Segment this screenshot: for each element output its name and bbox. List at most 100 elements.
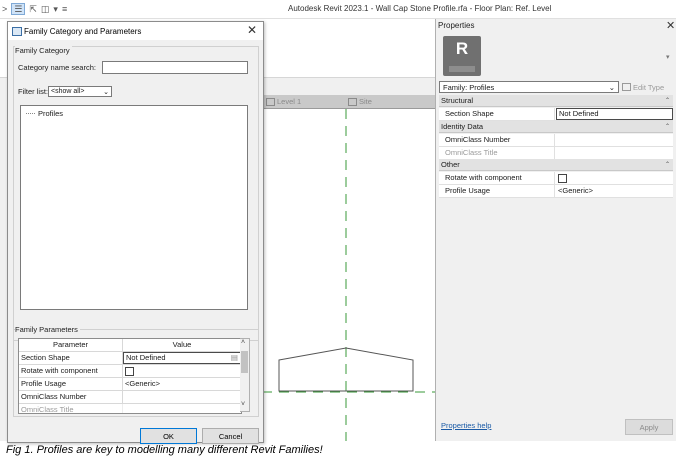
view-tab-bar: Level 1 Site (262, 95, 437, 109)
property-value[interactable]: <Generic> (556, 185, 673, 197)
property-value[interactable] (556, 134, 673, 146)
family-category-label: Family Category (15, 46, 72, 55)
dialog-title-bar: Family Category and Parameters ✕ (8, 22, 263, 40)
family-parameters-label: Family Parameters (15, 325, 80, 334)
dropdown-icon: ▤ (230, 353, 238, 362)
property-name: OmniClass Title (439, 147, 555, 159)
drawing-canvas[interactable] (262, 109, 437, 441)
tree-connector (26, 113, 35, 114)
param-name: Section Shape (19, 352, 123, 364)
filter-value: <show all> (51, 88, 85, 95)
properties-help-link[interactable]: Properties help (441, 421, 491, 430)
category-tree[interactable]: Profiles (20, 105, 248, 310)
property-name: Profile Usage (439, 185, 555, 197)
rotate-with-component-checkbox[interactable] (558, 173, 567, 183)
param-name: Profile Usage (19, 378, 123, 390)
type-selector-value: Family: Profiles (443, 82, 495, 92)
collapse-icon[interactable]: ⌃ (665, 121, 670, 133)
scrollbar-thumb[interactable] (241, 351, 248, 373)
chevron-right-icon[interactable]: > (2, 4, 7, 14)
cancel-button[interactable]: Cancel (202, 428, 259, 444)
view-switch-icon[interactable]: ◫ (41, 4, 50, 15)
property-value[interactable] (556, 147, 673, 159)
floor-plan-icon (266, 97, 275, 106)
parameters-scrollbar[interactable]: ˄ ˅ (240, 338, 250, 412)
property-name: OmniClass Number (439, 134, 555, 146)
ok-button[interactable]: OK (140, 428, 197, 444)
param-value[interactable]: <Generic> (123, 378, 241, 390)
collapse-icon[interactable]: ⌃ (665, 95, 670, 107)
section-header-other[interactable]: Other ⌃ (439, 159, 673, 171)
customize-icon[interactable]: ≡ (62, 4, 67, 14)
collapse-icon[interactable]: ⌃ (665, 159, 670, 171)
properties-toggle-icon[interactable]: ☰ (11, 3, 26, 15)
edit-type-icon (622, 83, 631, 91)
close-icon[interactable]: ✕ (666, 19, 675, 32)
view-tab-label: Site (359, 97, 372, 106)
edit-type-button[interactable]: Edit Type (622, 81, 674, 93)
dialog-app-icon (12, 27, 22, 36)
table-row[interactable]: OmniClass Title (19, 404, 241, 413)
property-row[interactable]: Profile Usage <Generic> (439, 185, 673, 198)
property-value-cell (556, 172, 673, 184)
title-bar: > ☰ ⇱ ◫ ▾ ≡ Autodesk Revit 2023.1 - Wall… (0, 0, 676, 19)
column-header-parameter: Parameter (19, 339, 123, 351)
dialog-title: Family Category and Parameters (24, 27, 142, 36)
select-icon[interactable]: ⇱ (29, 4, 37, 15)
filter-list-select[interactable]: <show all> ⌄ (48, 86, 112, 97)
param-name: Rotate with component (19, 365, 123, 377)
section-title: Other (441, 160, 460, 169)
view-tab-site[interactable]: Site (348, 96, 372, 107)
revit-logo-icon: R (455, 39, 469, 58)
edit-type-label: Edit Type (633, 82, 665, 92)
property-row[interactable]: OmniClass Number (439, 134, 673, 147)
section-shape-select[interactable]: Not Defined ▤ (123, 352, 241, 364)
view-tab-level-1[interactable]: Level 1 (266, 96, 301, 107)
tree-item-profiles[interactable]: Profiles (26, 109, 63, 118)
properties-title: Properties (438, 21, 475, 30)
filter-label: Filter list: (18, 87, 48, 96)
property-name: Section Shape (439, 108, 555, 120)
app-title: Autodesk Revit 2023.1 - Wall Cap Stone P… (288, 4, 552, 13)
property-row[interactable]: Section Shape Not Defined (439, 108, 673, 121)
section-header-structural[interactable]: Structural ⌃ (439, 95, 673, 107)
chevron-up-icon[interactable]: ˄ (241, 339, 245, 346)
section-shape-select[interactable]: Not Defined (556, 108, 673, 120)
family-category-dialog: Family Category and Parameters ✕ Family … (7, 21, 264, 444)
figure-caption: Fig 1. Profiles are key to modelling man… (6, 444, 323, 456)
table-row[interactable]: Rotate with component (19, 365, 241, 378)
section-header-identity-data[interactable]: Identity Data ⌃ (439, 121, 673, 133)
property-row[interactable]: Rotate with component (439, 172, 673, 185)
table-row[interactable]: Profile Usage <Generic> (19, 378, 241, 391)
param-value-cell (123, 365, 241, 377)
param-name: OmniClass Title (19, 404, 123, 413)
chevron-down-icon[interactable]: ▾ (666, 53, 670, 61)
profile-drawing (262, 109, 437, 441)
chevron-down-icon: ⌄ (103, 88, 109, 96)
floor-plan-icon (348, 97, 357, 106)
parameters-table: Parameter Value Section Shape Not Define… (18, 338, 242, 414)
param-value[interactable] (123, 404, 241, 413)
chevron-down-icon: ⌄ (608, 82, 615, 92)
dropdown-icon[interactable]: ▾ (53, 4, 58, 15)
revit-family-icon: R (443, 36, 481, 76)
quick-access-toolbar: > ☰ ⇱ ◫ ▾ ≡ (2, 3, 67, 15)
type-selector[interactable]: Family: Profiles ⌄ (439, 81, 619, 93)
view-tab-label: Level 1 (277, 97, 302, 106)
section-title: Identity Data (441, 122, 484, 131)
param-name: OmniClass Number (19, 391, 123, 403)
table-row[interactable]: Section Shape Not Defined ▤ (19, 352, 241, 365)
param-value[interactable] (123, 391, 241, 403)
properties-palette: Properties ✕ R ▾ Family: Profiles ⌄ Edit… (435, 19, 676, 441)
rotate-with-component-checkbox[interactable] (125, 366, 134, 376)
table-row[interactable]: OmniClass Number (19, 391, 241, 404)
column-header-value: Value (123, 339, 241, 351)
property-name: Rotate with component (439, 172, 555, 184)
category-search-input[interactable] (102, 61, 248, 74)
tree-item-label: Profiles (38, 109, 64, 118)
section-title: Structural (441, 96, 474, 105)
icon-base (449, 66, 475, 72)
apply-button[interactable]: Apply (625, 419, 673, 435)
close-icon[interactable]: ✕ (247, 23, 257, 37)
chevron-down-icon[interactable]: ˅ (241, 401, 245, 408)
